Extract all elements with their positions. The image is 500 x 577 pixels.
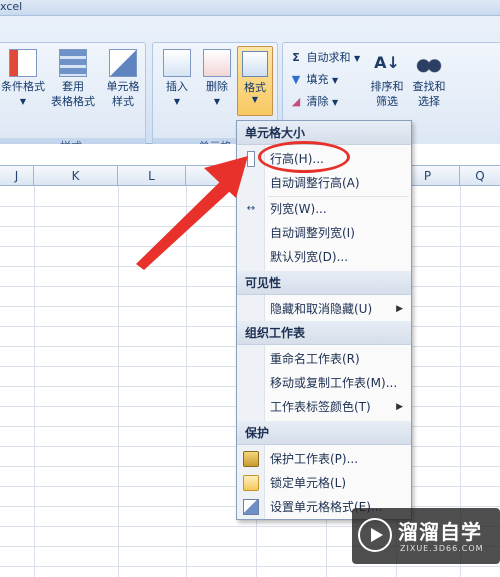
window-title: xcel [0, 0, 23, 13]
menu-item-hide-unhide[interactable]: 隐藏和取消隐藏(U) ▶ [237, 297, 411, 321]
sort-filter-label-1: 排序和 [370, 80, 404, 93]
format-cells-icon [242, 51, 268, 77]
eraser-icon: ◢ [291, 95, 301, 108]
chevron-down-icon: ▼ [332, 76, 339, 85]
conditional-format-label: 条件格式 [1, 80, 45, 93]
cell-style-icon [109, 49, 137, 77]
lock-sheet-icon [243, 451, 259, 467]
column-header-k[interactable]: K [34, 166, 118, 186]
sort-filter-icon: A↓ [374, 53, 400, 72]
chevron-down-icon: ▼ [251, 95, 259, 104]
watermark-title: 溜溜自学 [398, 520, 482, 544]
format-button[interactable]: 格式 ▼ [237, 46, 273, 116]
menu-item-move-copy-sheet[interactable]: 移动或复制工作表(M)... [237, 371, 411, 395]
menu-item-label: 重命名工作表(R) [270, 352, 360, 366]
chevron-down-icon: ▼ [19, 97, 27, 106]
submenu-arrow-icon: ▶ [396, 304, 403, 314]
cell-style-label-2: 样式 [112, 95, 134, 108]
sort-filter-button[interactable]: A↓ 排序和 筛选 [367, 49, 407, 109]
column-header-q[interactable]: Q [460, 166, 500, 186]
menu-item-label: 移动或复制工作表(M)... [270, 376, 398, 390]
table-format-label-2: 表格格式 [51, 95, 95, 108]
find-select-label-2: 选择 [418, 95, 440, 108]
delete-button[interactable]: 删除 ▼ [199, 49, 235, 109]
fill-button[interactable]: ▼ 填充 ▼ [289, 71, 338, 87]
insert-button[interactable]: 插入 ▼ [159, 49, 195, 109]
watermark-subtitle: ZIXUE.3D66.COM [400, 544, 484, 553]
clear-button[interactable]: ◢ 清除 ▼ [289, 93, 338, 109]
fill-label: 填充 [306, 73, 329, 86]
menu-item-default-width[interactable]: 默认列宽(D)... [237, 245, 411, 269]
fill-down-icon: ▼ [291, 73, 301, 86]
title-bar: xcel [0, 0, 500, 16]
chevron-down-icon: ▼ [354, 54, 361, 63]
autosum-label: 自动求和 [306, 51, 351, 64]
menu-header-cell-size: 单元格大小 [237, 121, 411, 145]
grid-line [118, 186, 119, 577]
sort-filter-label-2: 筛选 [376, 95, 398, 108]
column-header-j[interactable]: J [0, 166, 34, 186]
watermark: 溜溜自学 ZIXUE.3D66.COM [352, 508, 500, 564]
submenu-arrow-icon: ▶ [396, 402, 403, 412]
menu-item-label: 隐藏和取消隐藏(U) [270, 302, 373, 316]
menu-item-tab-color[interactable]: 工作表标签颜色(T) ▶ [237, 395, 411, 419]
delete-cells-icon [203, 49, 231, 77]
menu-header-protection: 保护 [237, 421, 411, 445]
autosum-button[interactable]: Σ 自动求和 ▼ [289, 49, 360, 65]
menu-item-autofit-row-height[interactable]: 自动调整行高(A) [237, 171, 411, 195]
cell-style-label-1: 单元格 [106, 80, 140, 93]
menu-item-label: 自动调整列宽(I) [270, 226, 355, 240]
menu-item-label: 默认列宽(D)... [270, 250, 349, 264]
menu-item-lock-cell[interactable]: 锁定单元格(L) [237, 471, 411, 495]
grid-line [0, 566, 500, 567]
format-dropdown-menu: 单元格大小 行高(H)... 自动调整行高(A) ↔ 列宽(W)... 自动调整… [236, 120, 412, 520]
menu-item-label: 自动调整行高(A) [270, 176, 360, 190]
table-format-label-1: 套用 [62, 80, 84, 93]
play-logo-icon [358, 518, 392, 552]
insert-label: 插入 [166, 80, 188, 93]
menu-item-label: 工作表标签颜色(T) [270, 400, 371, 414]
menu-item-label: 列宽(W)... [270, 202, 327, 216]
cell-style-button[interactable]: 单元格 样式 [101, 49, 145, 109]
styles-group: 条件格式 ▼ 套用 表格格式 单元格 样式 样式 [0, 42, 146, 156]
clear-label: 清除 [306, 95, 329, 108]
grid-line [34, 186, 35, 577]
conditional-format-icon [9, 49, 37, 77]
conditional-format-button[interactable]: 条件格式 ▼ [0, 49, 47, 109]
menu-header-visibility: 可见性 [237, 271, 411, 295]
chevron-down-icon: ▼ [332, 98, 339, 107]
find-select-button[interactable]: 查找和 选择 [409, 49, 449, 109]
delete-label: 删除 [206, 80, 228, 93]
table-format-button[interactable]: 套用 表格格式 [49, 49, 97, 109]
menu-item-column-width[interactable]: ↔ 列宽(W)... [237, 197, 411, 221]
menu-item-protect-sheet[interactable]: 保护工作表(P)... [237, 447, 411, 471]
chevron-down-icon: ▼ [213, 97, 221, 106]
find-select-label-1: 查找和 [412, 80, 446, 93]
format-cells-icon [243, 499, 259, 515]
table-format-icon [59, 49, 87, 77]
chevron-down-icon: ▼ [173, 97, 181, 106]
menu-item-label: 保护工作表(P)... [270, 452, 359, 466]
annotation-arrow [136, 156, 248, 270]
play-icon [371, 528, 383, 542]
lock-icon [243, 475, 259, 491]
annotation-ellipse [258, 141, 350, 173]
sigma-icon: Σ [292, 51, 300, 64]
menu-header-organize-sheets: 组织工作表 [237, 321, 411, 345]
menu-item-autofit-column-width[interactable]: 自动调整列宽(I) [237, 221, 411, 245]
menu-item-rename-sheet[interactable]: 重命名工作表(R) [237, 347, 411, 371]
menu-item-label: 锁定单元格(L) [270, 476, 347, 490]
binoculars-icon [415, 49, 443, 77]
format-label: 格式 [244, 81, 266, 94]
insert-cells-icon [163, 49, 191, 77]
